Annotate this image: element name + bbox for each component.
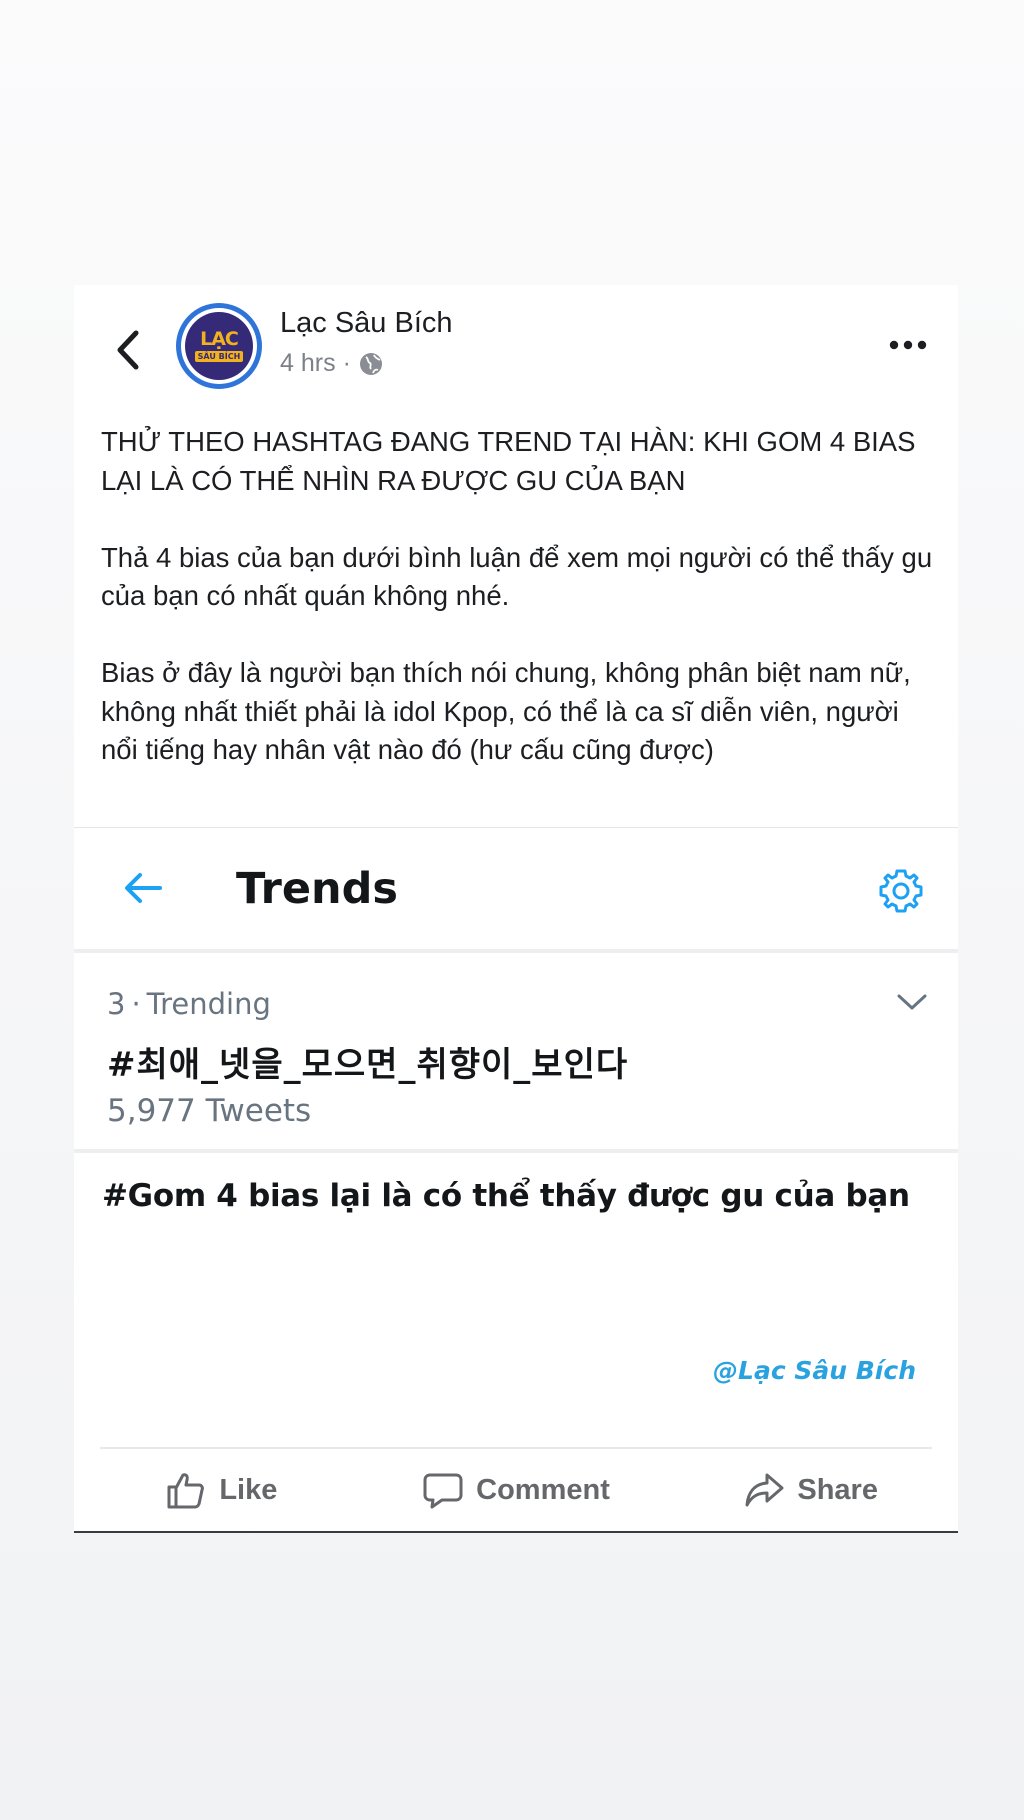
- chevron-down-icon: [897, 994, 927, 1010]
- post-paragraph: THỬ THEO HASHTAG ĐANG TREND TẠI HÀN: KHI…: [101, 426, 916, 496]
- watermark: @Lạc Sâu Bích: [713, 1356, 916, 1385]
- back-arrow-icon[interactable]: [108, 325, 148, 375]
- more-icon[interactable]: [886, 335, 930, 355]
- action-bar: Like Comment Share: [74, 1449, 958, 1533]
- share-icon: [745, 1473, 784, 1507]
- trend-separator: ·: [131, 987, 141, 1021]
- trend-rank-line: 3 · Trending: [107, 987, 271, 1021]
- trends-title: Trends: [236, 864, 398, 914]
- post-paragraph: Thả 4 bias của bạn dưới bình luận để xem…: [101, 541, 933, 612]
- image-caption: #Gom 4 bias lại là có thể thấy được gu c…: [102, 1178, 910, 1214]
- twitter-back-arrow-icon: [125, 873, 162, 903]
- like-label: Like: [219, 1473, 278, 1506]
- share-label: Share: [797, 1473, 878, 1506]
- trend-hashtag: #최애_넷을_모으면_취향이_보인다: [107, 1045, 629, 1085]
- post-body: THỬ THEO HASHTAG ĐANG TREND TẠI HÀN: KHI…: [101, 423, 936, 770]
- avatar-logo-text: LẠC: [200, 328, 239, 350]
- embedded-image[interactable]: Trends 3 · Trending #최애_넷을_모으면_취향이_보인다 5,9…: [74, 827, 958, 1441]
- share-button[interactable]: Share: [663, 1449, 958, 1531]
- trend-item: 3 · Trending #최애_넷을_모으면_취향이_보인다 5,977 Twee…: [74, 957, 958, 1153]
- post-card: LẠC SÂU BÍCH Lạc Sâu Bích 4 hrs · THỬ TH…: [74, 285, 958, 1533]
- trend-rank: 3: [107, 987, 126, 1021]
- comment-button[interactable]: Comment: [369, 1449, 664, 1531]
- post-paragraph: Bias ở đây là người bạn thích nói chung,…: [101, 657, 911, 765]
- post-header: LẠC SÂU BÍCH Lạc Sâu Bích 4 hrs ·: [74, 285, 958, 410]
- tweet-count: 5,977 Tweets: [107, 1093, 312, 1129]
- avatar[interactable]: LẠC SÂU BÍCH: [176, 303, 262, 389]
- post-time[interactable]: 4 hrs: [280, 349, 336, 378]
- comment-label: Comment: [476, 1473, 610, 1506]
- avatar-logo-subtext: SÂU BÍCH: [194, 351, 244, 362]
- trends-header: Trends: [74, 828, 958, 953]
- comment-icon: [423, 1473, 463, 1509]
- meta-separator: ·: [342, 349, 351, 377]
- gear-icon: [879, 869, 923, 913]
- trend-label: Trending: [146, 987, 271, 1021]
- like-button[interactable]: Like: [74, 1449, 369, 1531]
- like-icon: [167, 1473, 205, 1509]
- post-meta: 4 hrs ·: [280, 349, 384, 378]
- globe-icon: [359, 352, 382, 375]
- page-name[interactable]: Lạc Sâu Bích: [280, 307, 453, 340]
